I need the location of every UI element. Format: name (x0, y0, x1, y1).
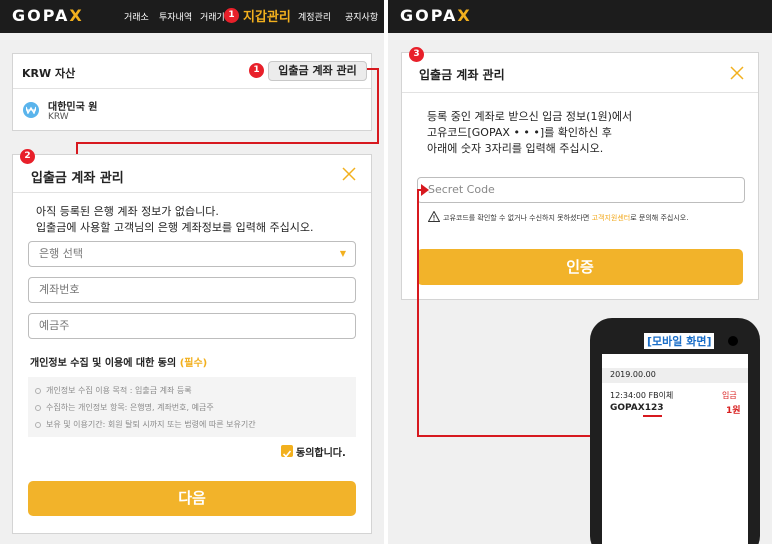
notice-item: 보유 및 이용기간: 회원 탈퇴 시까지 또는 법령에 따른 보유기간 (35, 419, 256, 430)
code-verification-modal: 3 입출금 계좌 관리 등록 중인 계좌로 받으신 입금 정보(1원)에서 고유… (401, 47, 759, 300)
top-navigation-bar: GOPAX (388, 0, 772, 33)
bank-select-value: 은행 선택 (39, 247, 83, 260)
code-underline (643, 415, 662, 417)
divider (13, 88, 371, 89)
gopax-logo[interactable]: GOPAX (12, 6, 84, 25)
nav-account-management[interactable]: 계정관리 (298, 10, 331, 23)
currency-code: KRW (48, 112, 69, 122)
connector-line (76, 142, 379, 144)
secret-code-field[interactable]: Secret Code (417, 177, 745, 203)
consent-title: 개인정보 수집 및 이용에 대한 동의 (필수) (30, 358, 208, 369)
transaction-time: 12:34:00 FB이체 (610, 391, 674, 400)
instruction-line-1: 아직 등록된 은행 계좌 정보가 없습니다. (36, 205, 219, 218)
next-button[interactable]: 다음 (28, 481, 356, 516)
checkbox-checked-icon[interactable] (281, 445, 293, 458)
account-registration-modal: 2 입출금 계좌 관리 아직 등록된 은행 계좌 정보가 없습니다. 입출금에 … (12, 149, 372, 534)
deposit-label: 입금 (722, 391, 737, 400)
account-manage-button[interactable]: 입출금 계좌 관리 (268, 61, 367, 81)
phone-screen: 2019.00.00 12:34:00 FB이체 입금 GOPAX123 1원 (602, 354, 748, 544)
connector-arrow (421, 184, 429, 196)
connector-line (417, 189, 419, 437)
account-number-field[interactable]: 계좌번호 (28, 277, 356, 303)
dropdown-arrow-icon: ▼ (339, 249, 346, 258)
asset-card-title: KRW 자산 (22, 67, 76, 80)
bank-select-dropdown[interactable]: 은행 선택 ▼ (28, 241, 356, 267)
transaction-date: 2019.00.00 (610, 370, 656, 379)
nav-notices[interactable]: 공지사항 (345, 10, 378, 23)
instruction-line-1: 등록 중인 계좌로 받으신 입금 정보(1원)에서 (427, 110, 633, 123)
close-icon[interactable] (730, 66, 744, 80)
mobile-screen-label: [모바일 화면] (644, 333, 715, 349)
left-panel: GOPAX 거래소 투자내역 거래기 지갑관리 계정관리 공지사항 1 KRW … (0, 0, 384, 544)
close-icon[interactable] (342, 167, 356, 181)
modal-header-divider (402, 92, 758, 93)
deposit-amount: 1원 (726, 406, 741, 416)
connector-line (377, 68, 379, 144)
currency-name: 대한민국 원 (48, 102, 98, 113)
privacy-notice-box: 개인정보 수집 이용 목적 : 입출금 계좌 등록 수집하는 개인정보 항목: … (28, 377, 356, 437)
notice-item: 개인정보 수집 이용 목적 : 입출금 계좌 등록 (35, 385, 192, 396)
right-panel: GOPAX 3 입출금 계좌 관리 등록 중인 계좌로 받으신 입금 정보(1원… (388, 0, 772, 544)
instruction-line-2: 고유코드[GOPAX • • •]를 확인하신 후 (427, 126, 612, 139)
instruction-line-2: 입출금에 사용할 고객님의 은행 계좌정보를 입력해 주십시오. (36, 221, 314, 234)
mobile-phone-mockup: [모바일 화면] 2019.00.00 12:34:00 FB이체 입금 GOP… (590, 318, 760, 544)
krw-asset-card: KRW 자산 1 입출금 계좌 관리 대한민국 원 KRW (12, 53, 372, 131)
step-badge-3: 3 (409, 47, 424, 62)
step-badge-1-secondary: 1 (249, 63, 264, 78)
gopax-logo[interactable]: GOPAX (400, 6, 472, 25)
warning-text: 고유코드를 확인할 수 없거나 수신하지 못하셨다면 고객지원센터로 문의해 주… (443, 214, 689, 222)
verify-button[interactable]: 인증 (417, 249, 743, 285)
modal-header-divider (13, 192, 371, 193)
instruction-line-3: 아래에 숫자 3자리를 입력해 주십시오. (427, 142, 604, 155)
nav-trading[interactable]: 거래기 (200, 10, 225, 23)
warning-icon (428, 211, 440, 222)
agree-label[interactable]: 동의합니다. (296, 444, 346, 459)
consent-required: (필수) (179, 358, 208, 369)
nav-investment-history[interactable]: 투자내역 (159, 10, 192, 23)
top-navigation-bar: GOPAX 거래소 투자내역 거래기 지갑관리 계정관리 공지사항 (0, 0, 384, 33)
nav-exchange[interactable]: 거래소 (124, 10, 149, 23)
step-badge-1: 1 (224, 8, 239, 23)
camera-icon (728, 336, 738, 346)
account-holder-field[interactable]: 예금주 (28, 313, 356, 339)
support-center-link[interactable]: 고객지원센터 (592, 214, 631, 222)
notice-item: 수집하는 개인정보 항목: 은행명, 계좌번호, 예금주 (35, 402, 214, 413)
step-badge-2: 2 (20, 149, 35, 164)
modal-title: 입출금 계좌 관리 (419, 68, 505, 82)
krw-currency-icon (23, 102, 39, 118)
sender-name: GOPAX123 (610, 403, 664, 413)
modal-title: 입출금 계좌 관리 (31, 171, 124, 186)
nav-wallet-management[interactable]: 지갑관리 (243, 6, 291, 25)
